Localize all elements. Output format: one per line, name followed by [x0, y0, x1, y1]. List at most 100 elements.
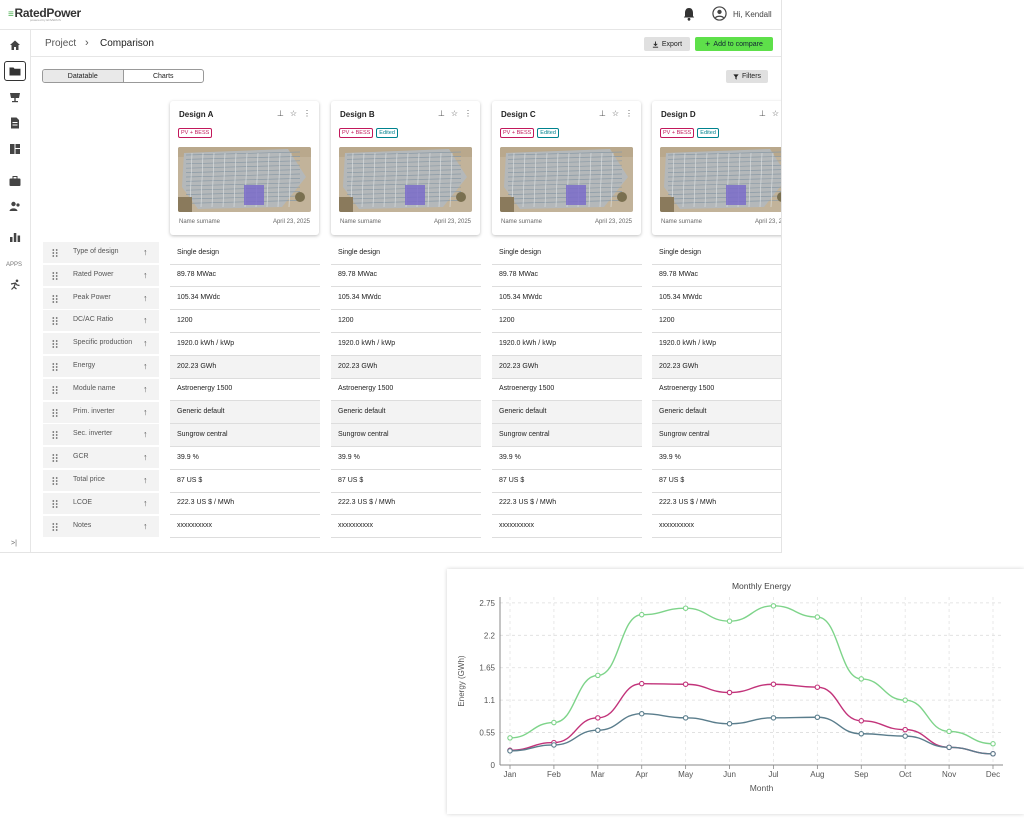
- sort-arrow-icon[interactable]: ↑: [143, 247, 148, 257]
- page-title: Comparison: [100, 38, 154, 49]
- data-point: [902, 726, 908, 733]
- sort-arrow-icon[interactable]: ↑: [143, 452, 148, 462]
- drag-handle-icon[interactable]: [52, 363, 58, 371]
- x-axis-label: Month: [750, 783, 774, 793]
- runner-icon[interactable]: [9, 279, 21, 291]
- sort-arrow-icon[interactable]: ↑: [143, 498, 148, 508]
- row-label[interactable]: Notes ↑: [43, 515, 159, 538]
- sort-arrow-icon[interactable]: ↑: [143, 293, 148, 303]
- design-thumbnail[interactable]: [660, 147, 781, 212]
- row-label[interactable]: LCOE ↑: [43, 492, 159, 515]
- filters-button[interactable]: Filters: [726, 70, 768, 83]
- pin-icon[interactable]: ⊥: [277, 109, 284, 118]
- collapse-sidebar-button[interactable]: >|: [11, 540, 17, 547]
- drag-handle-icon[interactable]: [52, 385, 58, 394]
- drag-handle-icon[interactable]: [52, 340, 58, 349]
- pin-icon[interactable]: ⊥: [438, 109, 445, 118]
- row-label[interactable]: Type of design ↑: [43, 242, 159, 264]
- design-thumbnail[interactable]: [500, 147, 633, 212]
- cell-value: Generic default: [499, 408, 547, 416]
- sort-arrow-icon[interactable]: ↑: [143, 521, 148, 531]
- star-icon[interactable]: ☆: [772, 109, 779, 118]
- cell-value: xxxxxxxxxx: [659, 522, 694, 530]
- star-icon[interactable]: ☆: [612, 109, 619, 118]
- cell-value: 1200: [338, 316, 354, 324]
- sort-arrow-icon[interactable]: ↑: [143, 475, 148, 485]
- sort-arrow-icon[interactable]: ↑: [143, 361, 148, 371]
- solar-panel-icon[interactable]: [9, 91, 21, 103]
- tab-datatable[interactable]: Datatable: [43, 70, 124, 82]
- tab-charts[interactable]: Charts: [124, 70, 204, 82]
- more-vert-icon[interactable]: ⋮: [464, 109, 472, 118]
- drag-handle-icon[interactable]: [52, 477, 58, 485]
- add-to-compare-button[interactable]: + Add to compare: [695, 37, 773, 51]
- row-label[interactable]: Specific production ↑: [43, 333, 159, 356]
- row-label[interactable]: GCR ↑: [43, 447, 159, 470]
- bell-icon[interactable]: [683, 7, 695, 21]
- more-vert-icon[interactable]: ⋮: [625, 109, 633, 118]
- breadcrumb: Project › Comparison Export + Add to com…: [31, 30, 781, 57]
- design-thumbnail[interactable]: [178, 147, 311, 212]
- table-cell: xxxxxxxxxx: [652, 515, 781, 539]
- table-cell: 222.3 US $ / MWh: [170, 492, 320, 516]
- drag-handle-icon[interactable]: [52, 499, 58, 508]
- pin-icon[interactable]: ⊥: [759, 109, 766, 118]
- x-tick-label: Nov: [942, 770, 956, 779]
- row-label[interactable]: Total price ↑: [43, 470, 159, 492]
- design-card[interactable]: Design B ⊥ ☆ ⋮ PV + BESS Edited Name surname Ap…: [331, 101, 480, 235]
- drag-handle-icon[interactable]: [52, 294, 58, 303]
- row-label[interactable]: Peak Power ↑: [43, 287, 159, 310]
- sort-arrow-icon[interactable]: ↑: [143, 315, 148, 325]
- drag-handle-icon[interactable]: [52, 317, 58, 326]
- design-card[interactable]: Design C ⊥ ☆ ⋮ PV + BESS Edited Name surname Ap…: [492, 101, 641, 235]
- document-icon[interactable]: [9, 117, 21, 129]
- pin-icon[interactable]: ⊥: [599, 109, 606, 118]
- export-button[interactable]: Export: [644, 37, 690, 51]
- table-cell: Sungrow central: [492, 423, 642, 447]
- briefcase-icon[interactable]: [9, 175, 21, 187]
- table-cell: 222.3 US $ / MWh: [492, 492, 642, 516]
- more-vert-icon[interactable]: ⋮: [303, 109, 311, 118]
- user-greeting[interactable]: Hi, Kendall: [733, 10, 772, 19]
- drag-handle-icon[interactable]: [52, 522, 58, 531]
- cell-value: 202.23 GWh: [338, 362, 378, 370]
- row-label[interactable]: Energy ↑: [43, 356, 159, 378]
- data-point: [858, 676, 865, 682]
- row-label[interactable]: DC/AC Ratio ↑: [43, 310, 159, 333]
- cell-value: 87 US $: [499, 476, 525, 484]
- home-icon[interactable]: [9, 39, 21, 51]
- table-cell: 1920.0 kWh / kWp: [170, 333, 320, 356]
- row-label[interactable]: Rated Power ↑: [43, 264, 159, 287]
- tag-pv-bess: PV + BESS: [178, 128, 213, 138]
- design-tags: PV + BESS Edited: [339, 128, 398, 138]
- table-cell: 89.78 MWac: [492, 264, 642, 288]
- dashboard-icon[interactable]: [9, 143, 21, 155]
- table-cell: xxxxxxxxxx: [492, 515, 642, 539]
- drag-handle-icon[interactable]: [52, 408, 58, 417]
- folder-icon[interactable]: [9, 65, 21, 77]
- sort-arrow-icon[interactable]: ↑: [143, 270, 148, 280]
- table-cell: xxxxxxxxxx: [331, 515, 481, 539]
- drag-handle-icon[interactable]: [52, 431, 58, 440]
- design-thumbnail[interactable]: [339, 147, 472, 212]
- row-label[interactable]: Prim. inverter ↑: [43, 401, 159, 424]
- users-icon[interactable]: [9, 200, 21, 212]
- sort-arrow-icon[interactable]: ↑: [143, 407, 148, 417]
- breadcrumb-project[interactable]: Project: [45, 38, 76, 49]
- drag-handle-icon[interactable]: [52, 249, 58, 257]
- drag-handle-icon[interactable]: [52, 454, 58, 463]
- star-icon[interactable]: ☆: [451, 109, 458, 118]
- bar-chart-icon[interactable]: [9, 231, 21, 243]
- design-card[interactable]: Design D⊥☆⋮PV + BESSEditedName surnameAp…: [652, 101, 781, 235]
- sort-arrow-icon[interactable]: ↑: [143, 384, 148, 394]
- sort-arrow-icon[interactable]: ↑: [143, 429, 148, 439]
- row-label[interactable]: Module name ↑: [43, 378, 159, 401]
- avatar-icon[interactable]: [712, 6, 727, 21]
- row-label[interactable]: Sec. inverter ↑: [43, 424, 159, 447]
- sort-arrow-icon[interactable]: ↑: [143, 338, 148, 348]
- table-cell: 39.9 %: [331, 447, 481, 470]
- star-icon[interactable]: ☆: [290, 109, 297, 118]
- row-label-text: Module name: [73, 384, 116, 392]
- drag-handle-icon[interactable]: [52, 271, 58, 280]
- design-card[interactable]: Design A ⊥ ☆ ⋮ PV + BESS Name surname April 23…: [170, 101, 319, 235]
